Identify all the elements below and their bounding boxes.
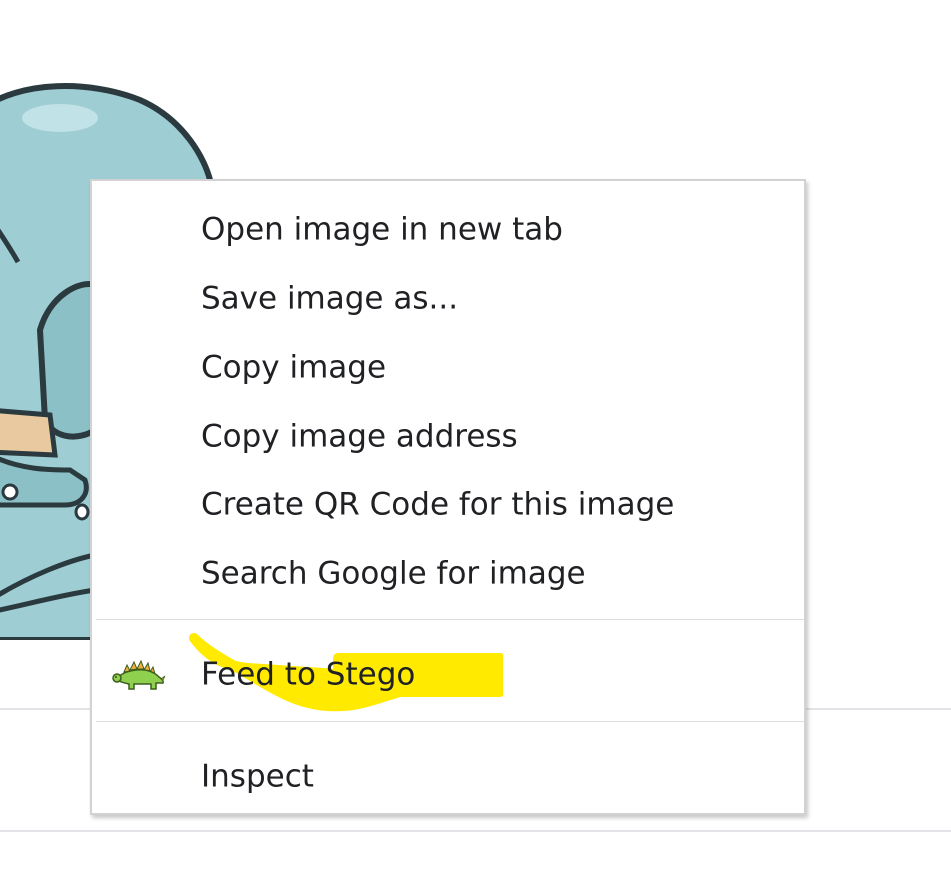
menu-item-label: Inspect — [201, 758, 314, 795]
menu-item-inspect[interactable]: Inspect — [92, 749, 804, 805]
menu-item-save-image-as[interactable]: Save image as... — [92, 271, 804, 327]
menu-item-open-image-in-new-tab[interactable]: Open image in new tab — [92, 202, 804, 258]
stegosaurus-icon — [112, 659, 166, 690]
dinosaur-claw — [1, 483, 19, 501]
menu-item-label: Feed to Stego — [201, 656, 416, 693]
dinosaur-claw — [74, 503, 90, 521]
dinosaur-head-shine — [22, 104, 98, 132]
context-menu: Open image in new tab Save image as... C… — [90, 179, 806, 815]
menu-item-create-qr-code[interactable]: Create QR Code for this image — [92, 477, 804, 533]
menu-item-label: Copy image address — [201, 418, 518, 455]
dinosaur-belly — [0, 408, 58, 458]
menu-separator — [96, 721, 804, 722]
browser-page: Open image in new tab Save image as... C… — [0, 0, 951, 885]
page-divider — [0, 830, 951, 832]
menu-item-copy-image-address[interactable]: Copy image address — [92, 409, 804, 465]
menu-separator — [96, 619, 804, 620]
menu-item-label: Search Google for image — [201, 555, 586, 592]
menu-item-label: Create QR Code for this image — [201, 486, 675, 523]
menu-item-label: Open image in new tab — [201, 211, 563, 248]
menu-item-search-google-for-image[interactable]: Search Google for image — [92, 546, 804, 602]
menu-item-label: Copy image — [201, 349, 387, 386]
menu-item-label: Save image as... — [201, 280, 459, 317]
menu-item-copy-image[interactable]: Copy image — [92, 340, 804, 396]
